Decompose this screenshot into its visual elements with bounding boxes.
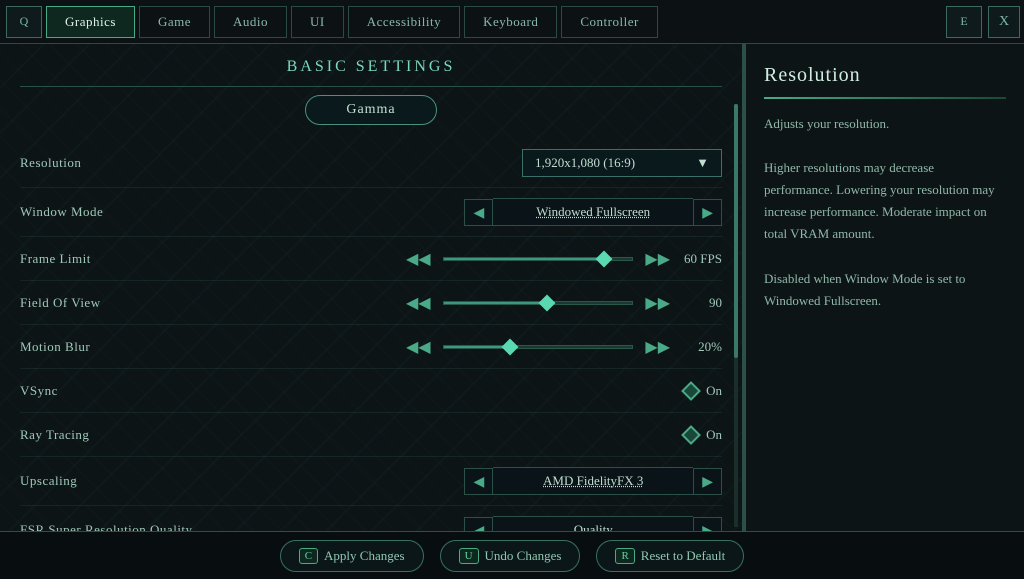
- reset-to-default-button[interactable]: R Reset to Default: [596, 540, 744, 572]
- nav-icon-e[interactable]: E: [946, 6, 982, 38]
- window-mode-label: Window Mode: [20, 204, 220, 220]
- apply-changes-button[interactable]: C Apply Changes: [280, 540, 424, 572]
- frame-limit-track[interactable]: [443, 257, 634, 261]
- fov-decrease-button[interactable]: ◀◀: [402, 293, 435, 313]
- motion-blur-slider: ◀◀ ▶▶ 20%: [402, 337, 722, 357]
- motion-blur-decrease-button[interactable]: ◀◀: [402, 337, 435, 357]
- frame-limit-value: 60 FPS: [682, 251, 722, 267]
- fsr-quality-label: FSR Super Resolution Quality: [20, 522, 220, 531]
- fsr-quality-next-button[interactable]: ▶: [693, 517, 722, 532]
- window-mode-next-button[interactable]: ▶: [693, 199, 722, 226]
- bottom-bar: C Apply Changes U Undo Changes R Reset t…: [0, 531, 1024, 579]
- section-title: Basic Settings: [20, 44, 722, 87]
- upscaling-selector: ◀ AMD FidelityFX 3 ▶: [464, 467, 722, 495]
- frame-limit-label: Frame Limit: [20, 251, 220, 267]
- fov-value: 90: [682, 295, 722, 311]
- fov-increase-button[interactable]: ▶▶: [641, 293, 674, 313]
- tab-keyboard[interactable]: Keyboard: [464, 6, 557, 38]
- frame-limit-decrease-button[interactable]: ◀◀: [402, 249, 435, 269]
- gamma-button[interactable]: Gamma: [305, 95, 436, 125]
- tab-controller[interactable]: Controller: [561, 6, 657, 38]
- vsync-toggle-icon: [681, 381, 701, 401]
- reset-key-badge: R: [615, 548, 634, 564]
- setting-row-window-mode: Window Mode ◀ Windowed Fullscreen ▶: [20, 188, 722, 237]
- motion-blur-fill: [444, 346, 510, 348]
- left-panel: Basic Settings Gamma Resolution 1,920x1,…: [0, 44, 744, 531]
- ray-tracing-value: On: [706, 427, 722, 443]
- tab-ui[interactable]: UI: [291, 6, 344, 38]
- setting-row-resolution: Resolution 1,920x1,080 (16:9) ▼: [20, 139, 722, 188]
- window-mode-prev-button[interactable]: ◀: [464, 199, 493, 226]
- frame-limit-fill: [444, 258, 604, 260]
- info-text: Adjusts your resolution. Higher resoluti…: [764, 113, 1006, 312]
- dropdown-arrow-icon: ▼: [696, 155, 709, 171]
- resolution-dropdown[interactable]: 1,920x1,080 (16:9) ▼: [522, 149, 722, 177]
- setting-row-ray-tracing: Ray Tracing On: [20, 413, 722, 457]
- ray-tracing-label: Ray Tracing: [20, 427, 220, 443]
- top-nav: Q Graphics Game Audio UI Accessibility K…: [0, 0, 1024, 44]
- setting-row-upscaling: Upscaling ◀ AMD FidelityFX 3 ▶: [20, 457, 722, 506]
- tab-graphics[interactable]: Graphics: [46, 6, 135, 38]
- info-divider: [764, 97, 1006, 99]
- setting-row-vsync: VSync On: [20, 369, 722, 413]
- motion-blur-value: 20%: [682, 339, 722, 355]
- vsync-toggle[interactable]: On: [684, 383, 722, 399]
- reset-to-default-label: Reset to Default: [641, 548, 725, 564]
- fsr-quality-selector: ◀ Quality ▶: [464, 516, 722, 531]
- right-panel: Resolution Adjusts your resolution. High…: [744, 44, 1024, 531]
- tab-audio[interactable]: Audio: [214, 6, 287, 38]
- resolution-label: Resolution: [20, 155, 220, 171]
- motion-blur-track[interactable]: [443, 345, 634, 349]
- fsr-quality-value: Quality: [493, 516, 693, 531]
- vsync-value: On: [706, 383, 722, 399]
- fov-track[interactable]: [443, 301, 634, 305]
- frame-limit-slider: ◀◀ ▶▶ 60 FPS: [402, 249, 722, 269]
- setting-row-motion-blur: Motion Blur ◀◀ ▶▶ 20%: [20, 325, 722, 369]
- fov-fill: [444, 302, 548, 304]
- upscaling-value: AMD FidelityFX 3: [493, 467, 693, 495]
- ray-tracing-toggle-icon: [681, 425, 701, 445]
- nav-icon-q[interactable]: Q: [6, 6, 42, 38]
- close-button[interactable]: X: [988, 6, 1020, 38]
- fov-thumb: [539, 294, 556, 311]
- setting-row-fov: Field Of View ◀◀ ▶▶ 90: [20, 281, 722, 325]
- motion-blur-label: Motion Blur: [20, 339, 220, 355]
- apply-changes-label: Apply Changes: [324, 548, 405, 564]
- motion-blur-increase-button[interactable]: ▶▶: [641, 337, 674, 357]
- window-mode-value: Windowed Fullscreen: [493, 198, 693, 226]
- undo-changes-button[interactable]: U Undo Changes: [440, 540, 581, 572]
- info-title: Resolution: [764, 64, 1006, 87]
- motion-blur-thumb: [501, 338, 518, 355]
- vsync-label: VSync: [20, 383, 220, 399]
- undo-changes-label: Undo Changes: [485, 548, 562, 564]
- apply-key-badge: C: [299, 548, 318, 564]
- fov-slider: ◀◀ ▶▶ 90: [402, 293, 722, 313]
- ray-tracing-toggle[interactable]: On: [684, 427, 722, 443]
- frame-limit-increase-button[interactable]: ▶▶: [641, 249, 674, 269]
- fsr-quality-prev-button[interactable]: ◀: [464, 517, 493, 532]
- setting-row-fsr-quality: FSR Super Resolution Quality ◀ Quality ▶: [20, 506, 722, 531]
- undo-key-badge: U: [459, 548, 479, 564]
- frame-limit-thumb: [596, 250, 613, 267]
- tab-game[interactable]: Game: [139, 6, 210, 38]
- tab-accessibility[interactable]: Accessibility: [348, 6, 460, 38]
- main-content: Basic Settings Gamma Resolution 1,920x1,…: [0, 44, 1024, 531]
- upscaling-prev-button[interactable]: ◀: [464, 468, 493, 495]
- setting-row-frame-limit: Frame Limit ◀◀ ▶▶ 60 FPS: [20, 237, 722, 281]
- upscaling-label: Upscaling: [20, 473, 220, 489]
- window-mode-selector: ◀ Windowed Fullscreen ▶: [464, 198, 722, 226]
- fov-label: Field Of View: [20, 295, 220, 311]
- upscaling-next-button[interactable]: ▶: [693, 468, 722, 495]
